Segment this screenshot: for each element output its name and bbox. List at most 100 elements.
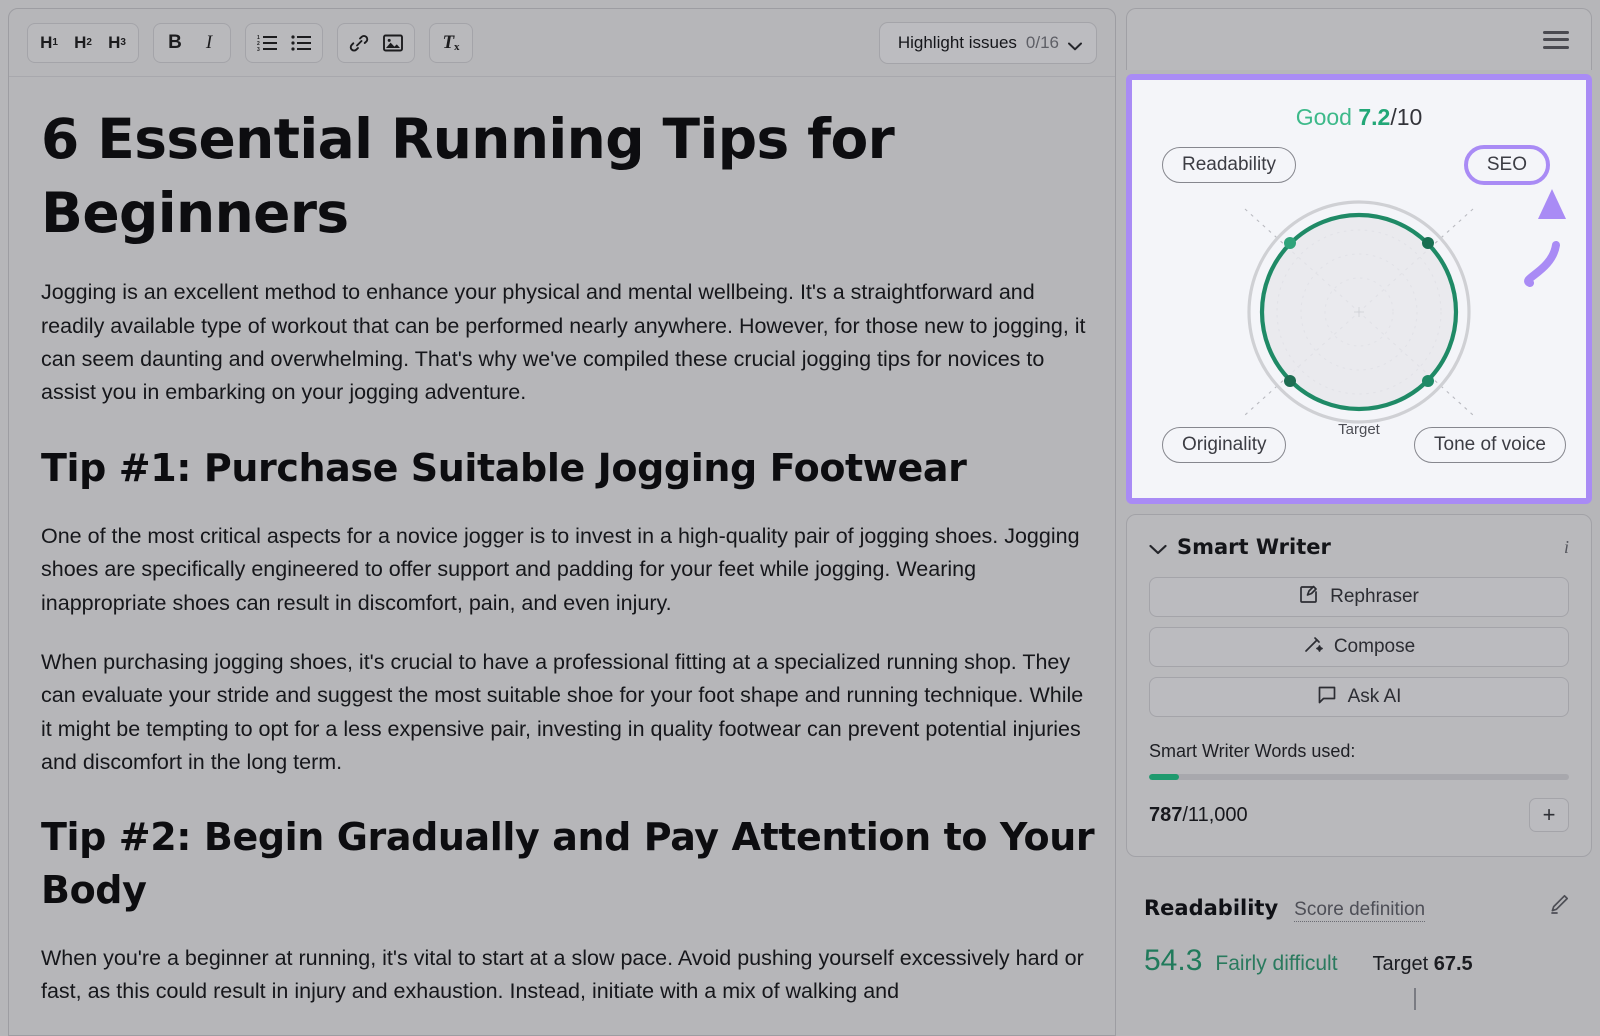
score-quality-word: Good (1296, 104, 1352, 130)
radar-point-originality (1284, 375, 1296, 387)
bullet-list-icon (291, 34, 311, 51)
chevron-down-icon[interactable] (1149, 542, 1167, 553)
hamburger-menu-icon[interactable] (1543, 31, 1569, 49)
paragraph-tip1-b: When purchasing jogging shoes, it's cruc… (41, 646, 1097, 779)
readability-score: 54.3 (1144, 944, 1202, 978)
readability-title: Readability (1144, 896, 1278, 920)
radar-point-tone-of-voice (1422, 375, 1434, 387)
radar-point-seo (1422, 237, 1434, 249)
content-score-card: Good 7.2/10 Readability SEO Originality … (1126, 74, 1592, 504)
heading-1-label: H (40, 33, 52, 53)
insert-group (337, 23, 415, 63)
italic-button[interactable]: I (192, 27, 226, 59)
smart-writer-title: Smart Writer (1177, 535, 1331, 559)
chat-bubble-icon (1317, 685, 1337, 710)
add-words-button[interactable]: + (1529, 798, 1569, 832)
document-body[interactable]: 6 Essential Running Tips for Beginners J… (9, 77, 1115, 1035)
score-value: 7.2 (1358, 104, 1390, 130)
section-heading-tip-1: Tip #1: Purchase Suitable Jogging Footwe… (41, 442, 1097, 494)
metric-pill-seo-label: SEO (1487, 154, 1527, 176)
app-root: H1 H2 H3 B I 123 (0, 0, 1600, 1036)
editor-toolbar: H1 H2 H3 B I 123 (9, 9, 1115, 77)
editor-pane: H1 H2 H3 B I 123 (8, 8, 1116, 1036)
compose-label: Compose (1334, 636, 1415, 658)
paragraph-tip1-a: One of the most critical aspects for a n… (41, 520, 1097, 620)
readability-card: Readability Score definition 54.3 Fairly… (1126, 867, 1592, 1010)
page-title: 6 Essential Running Tips for Beginners (41, 103, 1097, 250)
heading-3-button[interactable]: H3 (100, 27, 134, 59)
heading-3-sub: 3 (120, 37, 126, 48)
words-used-progress-fill (1149, 774, 1179, 780)
pencil-square-icon (1299, 584, 1319, 610)
ordered-list-icon: 123 (257, 34, 277, 51)
info-icon[interactable]: i (1564, 537, 1569, 558)
section-heading-tip-2: Tip #2: Begin Gradually and Pay Attentio… (41, 811, 1097, 916)
metric-pill-originality[interactable]: Originality (1162, 427, 1286, 463)
chevron-down-icon (1068, 38, 1082, 47)
words-used-label: Smart Writer Words used: (1149, 741, 1569, 762)
score-definition-link[interactable]: Score definition (1294, 899, 1425, 922)
add-words-label: + (1543, 802, 1556, 828)
heading-2-button[interactable]: H2 (66, 27, 100, 59)
readability-scale-marker (1414, 988, 1416, 1010)
readability-score-row: 54.3 Fairly difficult Target 67.5 (1144, 944, 1570, 978)
bullet-list-button[interactable] (284, 27, 318, 59)
heading-1-sub: 1 (52, 37, 58, 48)
ask-ai-label: Ask AI (1348, 686, 1402, 708)
bold-label: B (168, 32, 182, 54)
heading-3-label: H (108, 33, 120, 53)
radar-chart-area: Readability SEO Originality Tone of voic… (1132, 131, 1586, 471)
clear-format-sub: x (454, 41, 460, 53)
ordered-list-button[interactable]: 123 (250, 27, 284, 59)
score-max: /10 (1390, 104, 1422, 130)
words-used-value: 787 (1149, 804, 1182, 826)
heading-1-button[interactable]: H1 (32, 27, 66, 59)
clear-format-group: Tx (429, 23, 473, 63)
radar-chart-svg (1209, 189, 1509, 434)
image-button[interactable] (376, 27, 410, 59)
words-used-total: /11,000 (1182, 804, 1247, 826)
words-used-count: 787/11,000 (1149, 804, 1248, 827)
highlight-issues-count: 0/16 (1026, 33, 1059, 53)
curved-arrow-up-icon (1512, 175, 1582, 290)
compose-button[interactable]: Compose (1149, 627, 1569, 667)
words-used-footer: 787/11,000 + (1149, 798, 1569, 832)
radar-target-label: Target (1338, 421, 1380, 438)
clear-formatting-button[interactable]: Tx (434, 27, 468, 59)
paragraph-tip2-a: When you're a beginner at running, it's … (41, 942, 1097, 1009)
italic-label: I (206, 32, 212, 54)
readability-verdict: Fairly difficult (1215, 952, 1337, 976)
list-group: 123 (245, 23, 323, 63)
score-headline: Good 7.2/10 (1132, 80, 1586, 131)
metric-pill-readability-label: Readability (1182, 154, 1276, 176)
rephraser-button[interactable]: Rephraser (1149, 577, 1569, 617)
heading-2-sub: 2 (86, 37, 92, 48)
clear-formatting-icon: Tx (442, 32, 459, 54)
link-icon (349, 33, 369, 53)
readability-target-label: Target (1373, 953, 1429, 975)
heading-button-group: H1 H2 H3 (27, 23, 139, 63)
sidebar-pane: Good 7.2/10 Readability SEO Originality … (1126, 8, 1592, 1036)
image-icon (383, 34, 403, 52)
metric-pill-tone-of-voice[interactable]: Tone of voice (1414, 427, 1566, 463)
words-used-progress-track (1149, 774, 1569, 780)
highlight-issues-label: Highlight issues (898, 33, 1017, 53)
metric-pill-seo[interactable]: SEO (1464, 145, 1550, 185)
ask-ai-button[interactable]: Ask AI (1149, 677, 1569, 717)
highlight-issues-dropdown[interactable]: Highlight issues 0/16 (879, 22, 1097, 64)
readability-target: Target 67.5 (1373, 953, 1473, 976)
readability-target-value: 67.5 (1434, 953, 1473, 975)
link-button[interactable] (342, 27, 376, 59)
paragraph-intro: Jogging is an excellent method to enhanc… (41, 276, 1097, 409)
svg-text:3: 3 (257, 47, 260, 51)
pencil-icon[interactable] (1548, 893, 1570, 920)
sidebar-header (1126, 8, 1592, 70)
radar-point-readability (1284, 237, 1296, 249)
smart-writer-card: Smart Writer i Rephraser Compose Ask (1126, 514, 1592, 857)
bold-button[interactable]: B (158, 27, 192, 59)
magic-wand-icon (1303, 634, 1323, 660)
metric-pill-originality-label: Originality (1182, 434, 1266, 456)
smart-writer-header[interactable]: Smart Writer i (1149, 535, 1569, 559)
rephraser-label: Rephraser (1330, 586, 1419, 608)
metric-pill-readability[interactable]: Readability (1162, 147, 1296, 183)
